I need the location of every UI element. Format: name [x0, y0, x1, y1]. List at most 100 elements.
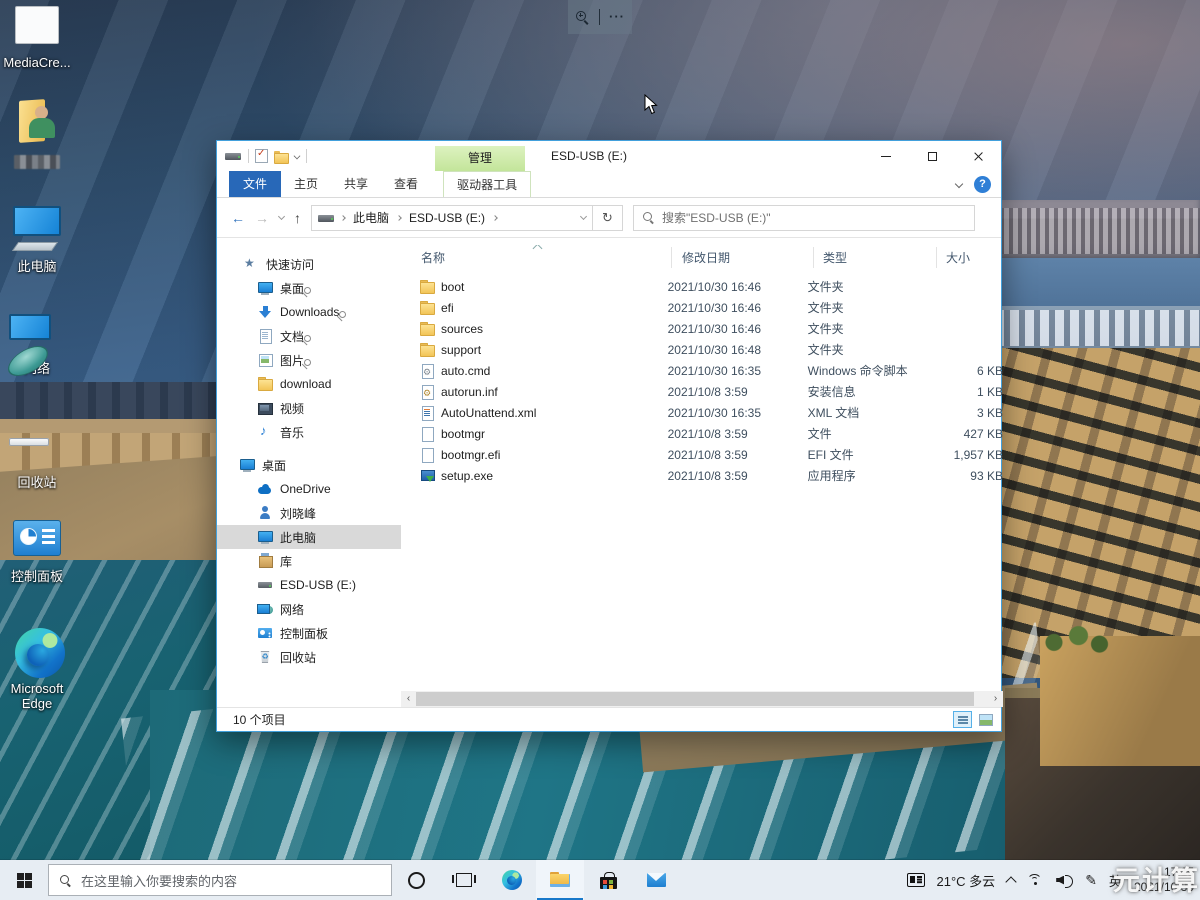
ribbon-expand-icon[interactable] — [955, 180, 963, 188]
close-button[interactable] — [955, 141, 1001, 171]
quick-access-star-icon — [243, 256, 259, 272]
nav-item[interactable]: Downloads — [217, 300, 401, 324]
news-widget-icon[interactable] — [907, 873, 925, 887]
scrollbar-thumb[interactable] — [416, 692, 974, 706]
task-view-button[interactable] — [440, 860, 488, 900]
breadcrumb-this-pc[interactable]: 此电脑 — [351, 209, 391, 226]
nav-item[interactable]: 音乐 — [217, 420, 401, 444]
file-type-icon — [419, 447, 435, 463]
nav-item[interactable]: OneDrive — [217, 477, 401, 501]
forward-button[interactable]: → — [255, 210, 269, 226]
nav-item[interactable]: 库 — [217, 549, 401, 573]
breadcrumb-drive[interactable]: ESD-USB (E:) — [407, 211, 487, 225]
nav-item[interactable]: 控制面板 — [217, 621, 401, 645]
pen-icon[interactable]: ✎ — [1085, 873, 1097, 887]
file-row[interactable]: support 2021/10/30 16:48 文件夹 — [401, 339, 1003, 360]
desktop-icon-glyph — [9, 0, 65, 52]
show-hidden-icons-chevron[interactable] — [1006, 876, 1017, 887]
ribbon-right-controls: ? — [956, 171, 991, 197]
ribbon-tab[interactable]: 主页 — [281, 171, 331, 197]
cortana-button[interactable] — [392, 860, 440, 900]
scroll-left-icon[interactable]: ‹ — [401, 691, 416, 707]
nav-item[interactable]: 回收站 — [217, 645, 401, 669]
nav-section-quick-access[interactable]: 快速访问 — [217, 252, 401, 276]
file-row[interactable]: bootmgr 2021/10/8 3:59 文件 427 KB — [401, 423, 1003, 444]
minimize-button[interactable] — [863, 141, 909, 171]
column-header-name[interactable]: 名称 — [421, 249, 445, 266]
nav-section-desktop[interactable]: 桌面 — [217, 453, 401, 477]
file-row[interactable]: AutoUnattend.xml 2021/10/30 16:35 XML 文档… — [401, 402, 1003, 423]
zoom-in-icon[interactable] — [575, 10, 590, 25]
desktop-icon[interactable]: 回收站 — [0, 420, 74, 490]
nav-item[interactable]: 网络 — [217, 597, 401, 621]
nav-item[interactable]: 视频 — [217, 396, 401, 420]
file-row[interactable]: autorun.inf 2021/10/8 3:59 安装信息 1 KB — [401, 381, 1003, 402]
refresh-button[interactable]: ↻ — [593, 205, 623, 231]
wifi-icon[interactable] — [1027, 874, 1044, 887]
taskbar-search-placeholder: 在这里输入你要搜索的内容 — [81, 871, 237, 890]
back-button[interactable]: ← — [231, 210, 245, 226]
desktop-icon[interactable] — [0, 100, 74, 169]
manage-contextual-tab[interactable]: 管理 — [435, 146, 525, 171]
properties-icon[interactable] — [255, 149, 268, 163]
nav-item[interactable]: 桌面 — [217, 276, 401, 300]
file-row[interactable]: sources 2021/10/30 16:46 文件夹 — [401, 318, 1003, 339]
mail-taskbar-button[interactable] — [632, 860, 680, 900]
weather-text[interactable]: 21°C 多云 — [937, 871, 996, 890]
ribbon-tab[interactable]: 文件 — [229, 171, 281, 197]
desktop-icon[interactable]: 控制面板 — [0, 514, 74, 584]
file-date: 2021/10/30 16:35 — [668, 364, 808, 378]
desktop-icon[interactable]: 网络 — [0, 306, 74, 376]
more-options-icon[interactable]: ··· — [609, 12, 625, 22]
start-button[interactable] — [0, 860, 48, 900]
sort-ascending-icon — [533, 245, 543, 253]
file-row[interactable]: bootmgr.efi 2021/10/8 3:59 EFI 文件 1,957 … — [401, 444, 1003, 465]
ribbon-tab[interactable]: 驱动器工具 — [443, 171, 531, 197]
help-button[interactable]: ? — [974, 176, 991, 193]
column-header-date[interactable]: 修改日期 — [682, 249, 730, 266]
edge-taskbar-button[interactable] — [488, 860, 536, 900]
nav-item[interactable]: 图片 — [217, 348, 401, 372]
details-view-button[interactable] — [953, 711, 972, 728]
background-docks — [995, 306, 1200, 350]
file-date: 2021/10/30 16:46 — [668, 301, 808, 315]
store-taskbar-button[interactable] — [584, 860, 632, 900]
volume-icon[interactable] — [1056, 874, 1073, 887]
file-row[interactable]: efi 2021/10/30 16:46 文件夹 — [401, 297, 1003, 318]
file-explorer-taskbar-button[interactable] — [536, 860, 584, 900]
background-harbor-water — [995, 258, 1200, 310]
horizontal-scrollbar[interactable]: ‹ › — [401, 691, 1003, 707]
file-type: 安装信息 — [808, 383, 929, 400]
maximize-button[interactable] — [909, 141, 955, 171]
scroll-right-icon[interactable]: › — [988, 691, 1003, 707]
column-header-type[interactable]: 类型 — [823, 249, 847, 266]
title-bar[interactable]: 管理 ESD-USB (E:) — [217, 141, 1001, 171]
desktop-icon[interactable]: MediaCre... — [0, 0, 74, 70]
nav-item[interactable]: 刘晓峰 — [217, 501, 401, 525]
file-row[interactable]: boot 2021/10/30 16:46 文件夹 — [401, 276, 1003, 297]
address-dropdown-icon[interactable] — [580, 213, 587, 220]
up-button[interactable]: ↑ — [294, 210, 301, 226]
file-name: efi — [441, 301, 454, 315]
breadcrumb[interactable]: 此电脑 ESD-USB (E:) — [311, 205, 593, 231]
ribbon-tab[interactable]: 共享 — [331, 171, 381, 197]
desktop-icon[interactable]: Microsoft Edge — [0, 628, 74, 711]
file-row[interactable]: setup.exe 2021/10/8 3:59 应用程序 93 KB — [401, 465, 1003, 486]
explorer-search-box[interactable]: 搜索"ESD-USB (E:)" — [633, 205, 975, 231]
nav-item[interactable]: ESD-USB (E:) — [217, 573, 401, 597]
column-header-size[interactable]: 大小 — [946, 249, 970, 266]
taskbar-search-box[interactable]: 在这里输入你要搜索的内容 — [48, 864, 392, 896]
qat-customize-icon[interactable] — [294, 153, 301, 160]
file-date: 2021/10/30 16:46 — [668, 322, 808, 336]
nav-item[interactable]: 此电脑 — [217, 525, 401, 549]
large-icons-view-button[interactable] — [976, 711, 995, 728]
recent-locations-icon[interactable] — [278, 213, 285, 220]
file-row[interactable]: auto.cmd 2021/10/30 16:35 Windows 命令脚本 6… — [401, 360, 1003, 381]
quick-access-toolbar — [217, 149, 307, 163]
new-folder-icon[interactable] — [274, 151, 288, 162]
ribbon-tab[interactable]: 查看 — [381, 171, 431, 197]
nav-item[interactable]: download — [217, 372, 401, 396]
file-size: 3 KB — [929, 406, 1003, 420]
nav-item[interactable]: 文档 — [217, 324, 401, 348]
desktop-icon[interactable]: 此电脑 — [0, 204, 74, 274]
